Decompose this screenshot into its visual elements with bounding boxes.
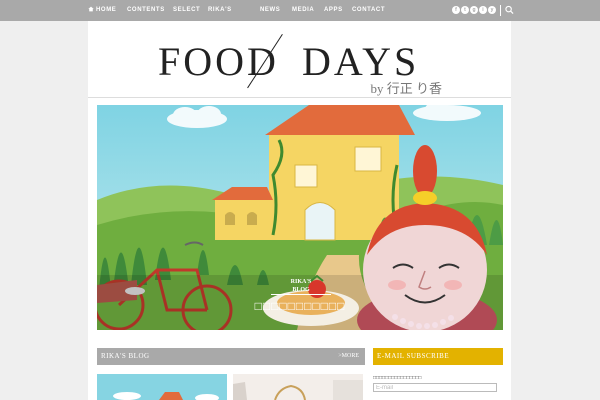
- hero-slide[interactable]: [97, 105, 503, 330]
- nav-item-apps[interactable]: APPS: [324, 0, 343, 21]
- hero-illustration: [97, 105, 503, 330]
- blog-section-header: RIKA'S BLOG >MORE: [97, 348, 365, 365]
- nav-divider: [500, 5, 501, 16]
- logo-word-food: FOOD: [158, 39, 279, 84]
- nav-item-home[interactable]: HOME: [88, 0, 116, 21]
- hero-category-tag[interactable]: RIKA'S BLOG: [283, 278, 319, 294]
- home-icon: [88, 6, 94, 12]
- search-icon[interactable]: [505, 5, 514, 15]
- facebook-icon[interactable]: f: [452, 6, 460, 14]
- nav-item-label: HOME: [96, 7, 117, 13]
- google-plus-icon[interactable]: g: [470, 6, 478, 14]
- twitter-icon[interactable]: t: [461, 6, 469, 14]
- hero-tag-line1: RIKA'S: [290, 279, 312, 285]
- instagram-icon[interactable]: i: [479, 6, 487, 14]
- blog-thumbnail-image: [97, 374, 227, 400]
- nav-item-news[interactable]: NEWS: [260, 0, 280, 21]
- blog-thumbnail[interactable]: [97, 374, 227, 400]
- top-nav-bar: HOME CONTENTS SELECT RIKA'S NEWS MEDIA A…: [0, 0, 600, 21]
- hero-tag-underline: [271, 294, 331, 295]
- nav-item-select[interactable]: SELECT: [173, 0, 200, 21]
- blog-thumbnail-image: [233, 374, 363, 400]
- blog-more-link[interactable]: >MORE: [338, 348, 359, 365]
- header-divider: [88, 97, 511, 98]
- blog-thumbnail[interactable]: [233, 374, 363, 400]
- nav-item-contents[interactable]: CONTENTS: [127, 0, 165, 21]
- blog-section-title: RIKA'S BLOG: [101, 352, 150, 360]
- nav-item-rikas[interactable]: RIKA'S: [208, 0, 232, 21]
- subscribe-header: E-MAIL SUBSCRIBE: [373, 348, 503, 365]
- youtube-icon[interactable]: y: [488, 6, 496, 14]
- nav-item-contact[interactable]: CONTACT: [352, 0, 385, 21]
- hero-title[interactable]: □□□□□□□□□□□: [200, 299, 400, 313]
- subscribe-label: □□□□□□□□□□□□□□□□: [373, 375, 422, 381]
- email-field[interactable]: [373, 383, 497, 392]
- nav-item-media[interactable]: MEDIA: [292, 0, 314, 21]
- subscribe-title: E-MAIL SUBSCRIBE: [377, 352, 450, 360]
- logo-byline: by 行正 り香: [370, 81, 442, 96]
- site-logo[interactable]: FOOD DAYS by 行正 り香: [156, 34, 446, 100]
- hero-tag-line2: BLOG: [292, 287, 310, 293]
